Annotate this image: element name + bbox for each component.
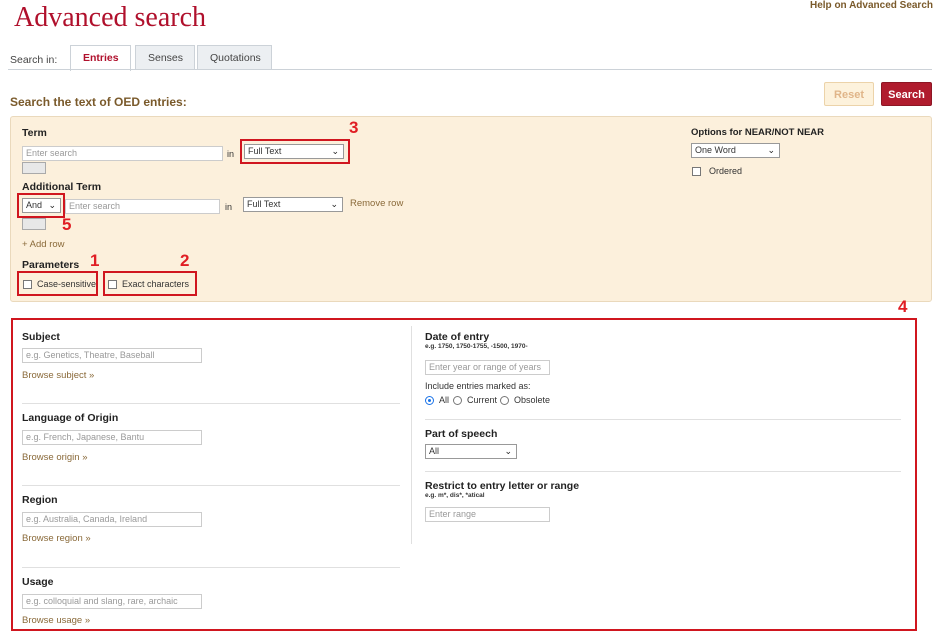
pos-select[interactable]: All ⌄ — [425, 444, 517, 459]
parameters-label: Parameters — [22, 259, 80, 271]
section-subheading: Search the text of OED entries: — [10, 95, 187, 109]
annotation-number-5: 5 — [62, 215, 72, 234]
near-options-select[interactable]: One Word ⌄ — [691, 143, 780, 158]
browse-region-link[interactable]: Browse region » — [22, 533, 91, 544]
term-search-input[interactable]: Enter search — [22, 146, 223, 161]
annotation-number-3: 3 — [349, 118, 359, 137]
divider — [425, 471, 901, 472]
region-input[interactable]: e.g. Australia, Canada, Ireland — [22, 512, 202, 527]
chevron-down-icon: ⌄ — [330, 199, 338, 209]
tab-quotations[interactable]: Quotations — [197, 45, 272, 69]
ordered-checkbox[interactable] — [692, 167, 701, 176]
keyboard-icon[interactable] — [22, 162, 46, 174]
exact-characters-label: Exact characters — [122, 279, 190, 289]
usage-label: Usage — [22, 576, 54, 588]
marked-label: Include entries marked as: — [425, 381, 531, 391]
radio-current[interactable] — [453, 396, 462, 405]
date-label: Date of entry — [425, 331, 490, 343]
divider — [22, 403, 400, 404]
origin-input[interactable]: e.g. French, Japanese, Bantu — [22, 430, 202, 445]
page-title: Advanced search — [14, 2, 207, 33]
subject-input[interactable]: e.g. Genetics, Theatre, Baseball — [22, 348, 202, 363]
near-options-select-value: One Word — [695, 145, 736, 155]
case-sensitive-checkbox[interactable] — [23, 280, 32, 289]
region-label: Region — [22, 494, 58, 506]
chevron-down-icon: ⌄ — [504, 446, 512, 456]
additional-term-search-input[interactable]: Enter search — [65, 199, 220, 214]
tab-entries[interactable]: Entries — [70, 45, 131, 71]
browse-origin-link[interactable]: Browse origin » — [22, 452, 87, 463]
browse-subject-link[interactable]: Browse subject » — [22, 370, 94, 381]
restrict-label: Restrict to entry letter or range — [425, 480, 580, 492]
keyboard-icon[interactable] — [22, 218, 46, 230]
pos-select-value: All — [429, 446, 440, 456]
divider — [22, 567, 400, 568]
term-in-label: in — [227, 149, 235, 159]
ordered-label: Ordered — [709, 166, 743, 176]
search-in-label: Search in: — [10, 54, 58, 66]
browse-usage-link[interactable]: Browse usage » — [22, 615, 90, 626]
date-input[interactable]: Enter year or range of years — [425, 360, 550, 375]
subject-label: Subject — [22, 331, 60, 343]
additional-field-select[interactable]: Full Text ⌄ — [243, 197, 343, 212]
radio-all[interactable] — [425, 396, 434, 405]
divider — [425, 419, 901, 420]
radio-obsolete[interactable] — [500, 396, 509, 405]
usage-input[interactable]: e.g. colloquial and slang, rare, archaic — [22, 594, 202, 609]
additional-term-label: Additional Term — [22, 181, 102, 193]
pos-label: Part of speech — [425, 428, 498, 440]
reset-button[interactable]: Reset — [824, 82, 874, 106]
annotation-box-3 — [240, 139, 350, 164]
near-options-label: Options for NEAR/NOT NEAR — [691, 127, 824, 138]
annotation-number-2: 2 — [180, 251, 190, 270]
date-hint: e.g. 1750, 1750-1755, -1500, 1970- — [425, 343, 528, 350]
radio-current-label: Current — [467, 395, 498, 405]
add-row-link[interactable]: + Add row — [22, 239, 65, 250]
annotation-box-5 — [17, 193, 65, 218]
restrict-input[interactable]: Enter range — [425, 507, 550, 522]
column-divider — [411, 326, 412, 544]
additional-field-select-value: Full Text — [247, 199, 281, 209]
search-button[interactable]: Search — [881, 82, 932, 106]
term-label: Term — [22, 127, 47, 139]
radio-obsolete-label: Obsolete — [514, 395, 551, 405]
help-link[interactable]: Help on Advanced Search — [810, 0, 933, 11]
additional-in-label: in — [225, 202, 233, 212]
radio-all-label: All — [439, 395, 450, 405]
annotation-number-1: 1 — [90, 251, 100, 270]
divider — [22, 485, 400, 486]
chevron-down-icon: ⌄ — [767, 145, 775, 155]
annotation-number-4: 4 — [898, 297, 908, 316]
tab-senses[interactable]: Senses — [135, 45, 195, 69]
tab-divider — [8, 69, 932, 70]
exact-characters-checkbox[interactable] — [108, 280, 117, 289]
remove-row-link[interactable]: Remove row — [350, 198, 403, 209]
restrict-hint: e.g. m*, dis*, *atical — [425, 492, 485, 499]
origin-label: Language of Origin — [22, 412, 119, 424]
case-sensitive-label: Case-sensitive — [37, 279, 97, 289]
